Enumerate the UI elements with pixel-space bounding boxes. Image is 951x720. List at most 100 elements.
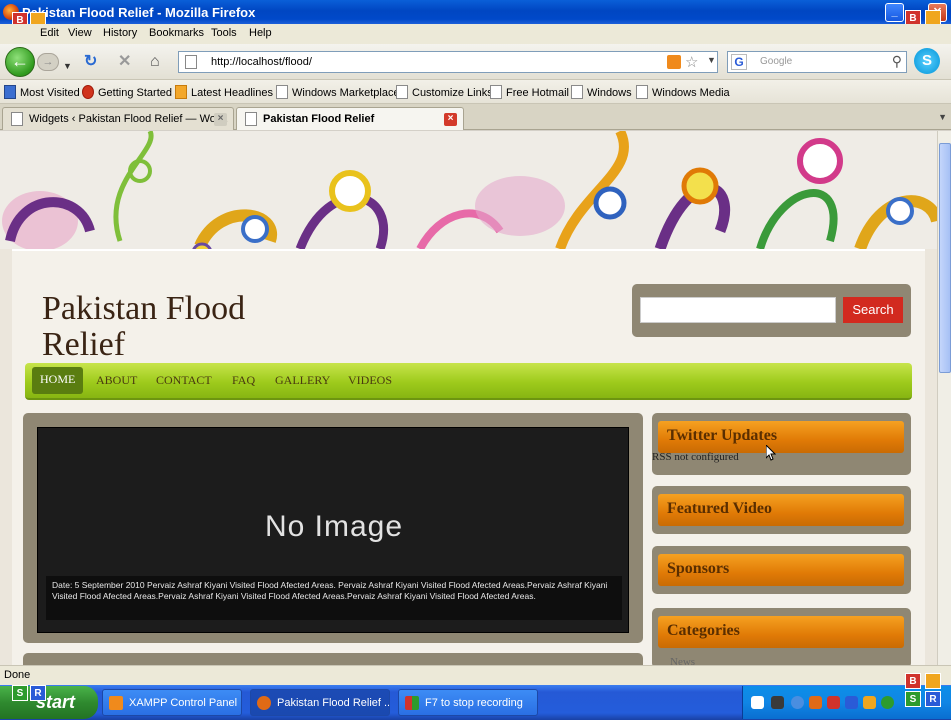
nav-home[interactable]: HOME (32, 367, 84, 394)
tab-widgets[interactable]: Widgets ‹ Pakistan Flood Relief — Wor...… (2, 107, 234, 130)
menu-history[interactable]: History (103, 27, 137, 39)
close-tab-icon[interactable]: × (444, 113, 457, 126)
slide-caption: Date: 5 September 2010 Pervaiz Ashraf Ki… (46, 576, 622, 620)
bookmark-label: Windows Media (652, 87, 730, 99)
nav-about[interactable]: ABOUT (96, 373, 137, 388)
tray-icon[interactable] (771, 696, 784, 709)
xampp-icon (109, 696, 123, 710)
no-image-placeholder: No Image (264, 510, 404, 543)
task-label: XAMPP Control Panel ... (129, 697, 242, 709)
search-icon[interactable]: ⚲ (892, 53, 902, 70)
widget-twitter-updates: Twitter Updates RSS not configured (652, 413, 911, 475)
recorder-overlay-icon-bottom: S R (4, 685, 46, 720)
page-icon (571, 85, 583, 99)
page-icon (636, 85, 648, 99)
recorder-icon (405, 696, 419, 710)
forward-button[interactable]: → (37, 53, 59, 71)
skype-icon[interactable]: S (914, 48, 940, 74)
bookmarks-toolbar: Most Visited Getting Started Latest Head… (0, 80, 951, 104)
navigation-toolbar: ← → ▼ ↻ ✕ ⌂ http://localhost/flood/ ☆ ▼ … (0, 44, 951, 80)
url-bar[interactable]: http://localhost/flood/ ☆ ▼ (178, 51, 718, 73)
taskbar-recorder[interactable]: F7 to stop recording (398, 689, 538, 716)
page-icon (11, 112, 23, 126)
header-swirl-artwork (0, 131, 937, 264)
site-title[interactable]: Pakistan Flood Relief (42, 291, 322, 363)
menu-help[interactable]: Help (249, 27, 272, 39)
menu-tools[interactable]: Tools (211, 27, 237, 39)
window-title: Pakistan Flood Relief - Mozilla Firefox (22, 5, 256, 20)
history-dropdown-icon[interactable]: ▼ (63, 57, 72, 75)
help-tray-icon[interactable] (751, 696, 764, 709)
tray-icon[interactable] (827, 696, 840, 709)
bookmark-star-icon[interactable]: ☆ (685, 53, 698, 71)
site-nav-menu: HOME ABOUT CONTACT FAQ GALLERY VIDEOS (25, 363, 912, 400)
url-dropdown-icon[interactable]: ▼ (707, 55, 716, 65)
bookmark-latest-headlines[interactable]: Latest Headlines (175, 85, 273, 99)
site-search-input[interactable] (640, 297, 836, 323)
bookmark-most-visited[interactable]: Most Visited (4, 85, 80, 99)
home-icon[interactable]: ⌂ (150, 53, 160, 71)
rss-icon (175, 85, 187, 99)
window-title-bar[interactable]: Pakistan Flood Relief - Mozilla Firefox … (0, 0, 951, 24)
site-search-button[interactable]: Search (843, 297, 903, 323)
overlay-letter-s: S (905, 691, 921, 707)
stop-icon[interactable]: ✕ (118, 53, 131, 71)
network-tray-icon[interactable] (791, 696, 804, 709)
search-placeholder[interactable]: Google (760, 56, 792, 67)
menu-bookmarks[interactable]: Bookmarks (149, 27, 204, 39)
tab-list-dropdown-icon[interactable]: ▼ (938, 112, 947, 122)
bookmark-customize-links[interactable]: Customize Links (396, 85, 493, 99)
page-viewport: Pakistan Flood Relief Search HOME ABOUT … (0, 131, 937, 665)
bookmark-label: Windows Marketplace (292, 87, 400, 99)
bookmark-windows[interactable]: Windows (571, 85, 632, 99)
rss-feed-icon[interactable] (667, 55, 681, 69)
taskbar-xampp[interactable]: XAMPP Control Panel ... (102, 689, 242, 716)
search-bar[interactable]: G Google ⚲ (727, 51, 907, 73)
overlay-letter-r: R (925, 691, 941, 707)
menu-view[interactable]: View (68, 27, 92, 39)
security-tray-icon[interactable] (881, 696, 894, 709)
featured-slider-box: No Image Date: 5 September 2010 Pervaiz … (23, 413, 643, 643)
taskbar-firefox[interactable]: Pakistan Flood Relief ... (250, 689, 390, 716)
task-label: Pakistan Flood Relief ... (277, 697, 390, 709)
vertical-scrollbar[interactable] (937, 131, 951, 665)
folder-icon (4, 85, 16, 99)
tray-icon[interactable] (863, 696, 876, 709)
bookmark-windows-marketplace[interactable]: Windows Marketplace (276, 85, 400, 99)
minimize-button[interactable]: _ (885, 3, 904, 22)
menu-bar: Edit View History Bookmarks Tools Help (0, 24, 951, 44)
task-label: F7 to stop recording (425, 697, 523, 709)
nav-videos[interactable]: VIDEOS (348, 373, 392, 388)
url-text[interactable]: http://localhost/flood/ (211, 56, 312, 68)
widget-title: Twitter Updates (658, 421, 904, 453)
bookmark-windows-media[interactable]: Windows Media (636, 85, 730, 99)
back-button[interactable]: ← (5, 47, 35, 77)
nav-faq[interactable]: FAQ (232, 373, 255, 388)
menu-edit[interactable]: Edit (40, 27, 59, 39)
status-text: Done (4, 669, 31, 681)
widget-title: Featured Video (658, 494, 904, 526)
bookmark-free-hotmail[interactable]: Free Hotmail (490, 85, 569, 99)
bookmark-label: Latest Headlines (191, 87, 273, 99)
bookmark-label: Customize Links (412, 87, 493, 99)
nav-gallery[interactable]: GALLERY (275, 373, 330, 388)
overlay-letter-b: B (905, 673, 921, 689)
windows-taskbar: start S R XAMPP Control Panel ... Pakist… (0, 673, 951, 720)
volume-tray-icon[interactable] (845, 696, 858, 709)
bookmark-label: Windows (587, 87, 632, 99)
page-icon (276, 85, 288, 99)
close-tab-icon[interactable]: × (214, 113, 227, 126)
scrollbar-thumb[interactable] (939, 143, 951, 373)
bookmark-label: Free Hotmail (506, 87, 569, 99)
status-bar: Done (0, 665, 951, 685)
tab-pakistan-flood-relief[interactable]: Pakistan Flood Relief × (236, 107, 464, 130)
nav-contact[interactable]: CONTACT (156, 373, 212, 388)
featured-slide[interactable]: No Image Date: 5 September 2010 Pervaiz … (37, 427, 629, 633)
tray-icon[interactable] (809, 696, 822, 709)
google-engine-icon[interactable]: G (731, 54, 747, 70)
bookmark-getting-started[interactable]: Getting Started (82, 85, 172, 99)
category-link[interactable]: News (670, 656, 695, 665)
page-icon (245, 112, 257, 126)
reload-icon[interactable]: ↻ (84, 53, 97, 71)
firefox-bookmark-icon (82, 85, 94, 99)
